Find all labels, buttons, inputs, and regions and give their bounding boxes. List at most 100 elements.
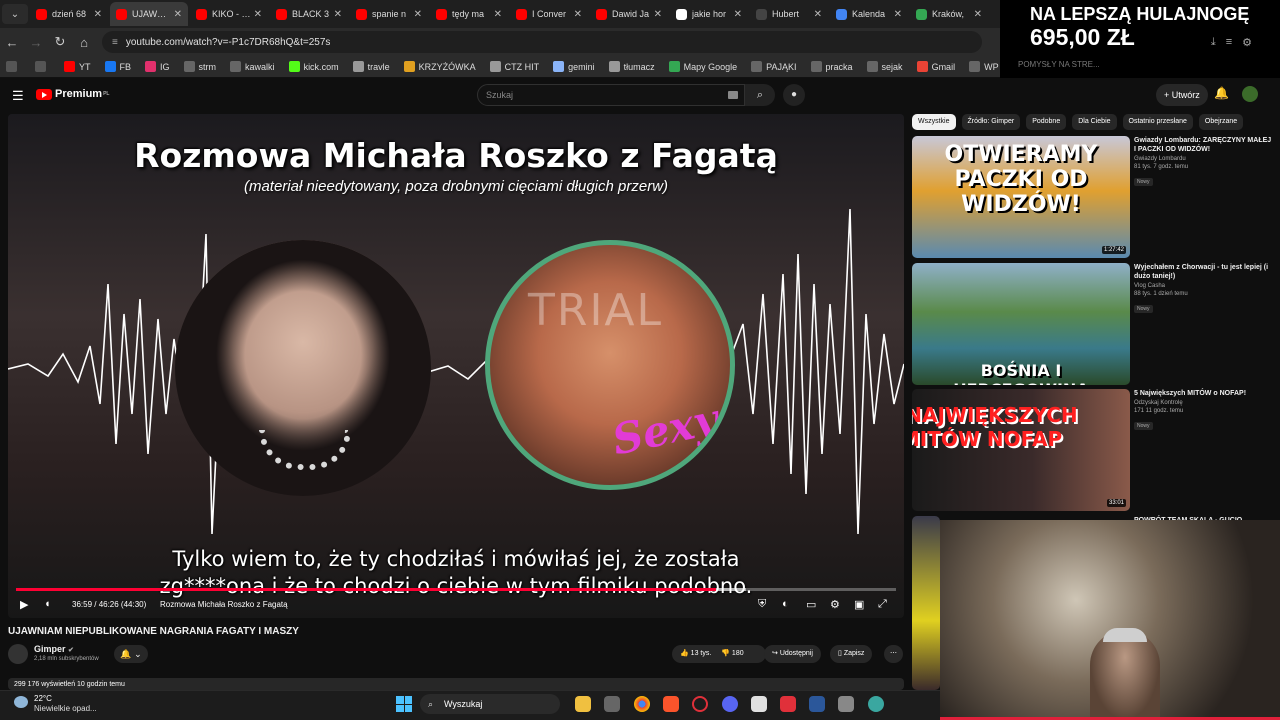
browser-tab[interactable]: UJAWNIA ✕ [110, 2, 188, 26]
app-icon[interactable] [868, 696, 884, 712]
close-icon[interactable]: ✕ [254, 9, 262, 20]
search-button[interactable]: ⌕ [745, 84, 775, 106]
voice-search-button[interactable]: ● [783, 84, 805, 106]
reload-icon[interactable]: ↻ [48, 34, 72, 50]
hamburger-menu-icon[interactable]: ☰ [12, 88, 24, 104]
weather-temperature[interactable]: 22°C [34, 694, 52, 703]
recorder-icon[interactable] [780, 696, 796, 712]
close-icon[interactable]: ✕ [894, 9, 902, 20]
recommendation-title[interactable]: 5 Największych MITÓW o NOFAP! [1134, 389, 1274, 398]
browser-tab[interactable]: tędy ma ✕ [430, 2, 508, 26]
channel-avatar[interactable] [8, 644, 28, 664]
dislike-button[interactable]: 👎 180 [721, 650, 743, 657]
home-icon[interactable]: ⌂ [72, 35, 96, 50]
weather-icon[interactable] [14, 696, 28, 708]
video-thumbnail[interactable]: OTWIERAMY PACZKI OD WIDZÓW! 1:27:42 [912, 136, 1130, 258]
site-info-icon[interactable]: ≡ [112, 37, 118, 48]
video-thumbnail[interactable] [912, 516, 940, 690]
bookmark-item[interactable]: CTZ HIT [489, 61, 539, 72]
filter-chip[interactable]: Obejrzane [1198, 114, 1244, 130]
video-player[interactable]: Rozmowa Michała Roszko z Fagatą (materia… [8, 114, 904, 618]
taskbar-search[interactable]: ⌕ Wyszukaj [420, 694, 560, 714]
play-icon[interactable]: ▶ [20, 598, 28, 611]
close-icon[interactable]: ✕ [814, 9, 822, 20]
bookmark-item[interactable]: PAJĄKI [751, 61, 797, 72]
close-icon[interactable]: ✕ [174, 9, 182, 20]
windows-start-icon[interactable] [396, 696, 412, 712]
close-icon[interactable]: ✕ [494, 9, 502, 20]
browser-tab[interactable]: spanie n ✕ [350, 2, 428, 26]
progress-bar[interactable] [16, 588, 896, 591]
download-icon[interactable]: ⤓ [1211, 36, 1216, 49]
close-icon[interactable]: ✕ [574, 9, 582, 20]
active-app-icon[interactable] [751, 696, 767, 712]
bookmark-item[interactable]: kick.com [288, 61, 339, 72]
tab-search-button[interactable]: ⌄ [2, 4, 28, 24]
browser-tab[interactable]: Kalenda ✕ [830, 2, 908, 26]
close-icon[interactable]: ✕ [974, 9, 982, 20]
brave-icon[interactable] [663, 696, 679, 712]
bookmark-item[interactable]: kawalki [230, 61, 275, 72]
opera-icon[interactable] [692, 696, 708, 712]
grid-icon[interactable] [35, 61, 50, 72]
bookmark-item[interactable]: IG [145, 61, 170, 72]
bookmark-item[interactable]: pracka [810, 61, 853, 72]
discord-icon[interactable] [722, 696, 738, 712]
bookmark-item[interactable]: Gmail [916, 61, 955, 72]
weather-description[interactable]: Niewielkie opad... [34, 704, 97, 713]
bookmark-item[interactable]: strm [183, 61, 216, 72]
bookmark-item[interactable]: Mapy Google [668, 61, 737, 72]
recommendation-item[interactable]: BOŚNIA I HERCEGOWINA Wyjechałem z Chorwa… [912, 263, 1276, 387]
fullscreen-icon[interactable]: ⤢ [878, 598, 887, 611]
volume-icon[interactable]: ◖ [44, 598, 51, 610]
word-icon[interactable] [809, 696, 825, 712]
back-icon[interactable]: ← [0, 35, 24, 50]
video-thumbnail[interactable]: 5 NAJWIĘKSZYCH MITÓW NOFAP 33:01 [912, 389, 1130, 511]
bookmark-item[interactable]: tłumacz [608, 61, 655, 72]
close-icon[interactable]: ✕ [94, 9, 102, 20]
forward-icon[interactable]: → [24, 35, 48, 50]
chapter-title[interactable]: Rozmowa Michała Roszko z Fagatą [160, 600, 288, 609]
bookmark-item[interactable]: travle [352, 61, 390, 72]
recommendation-title[interactable]: Wyjechałem z Chorwacji - tu jest lepiej … [1134, 263, 1274, 281]
browser-tab[interactable]: BLACK 3 ✕ [270, 2, 348, 26]
app-icon[interactable] [604, 696, 620, 712]
close-icon[interactable]: ✕ [654, 9, 662, 20]
search-input[interactable]: Szukaj [477, 84, 745, 106]
account-avatar[interactable] [1242, 86, 1258, 102]
more-actions-button[interactable]: ⋯ [884, 645, 903, 663]
filter-chip[interactable]: Dla Ciebie [1072, 114, 1117, 130]
bookmark-item[interactable]: gemini [553, 61, 595, 72]
bookmark-item[interactable]: FB [104, 61, 131, 72]
chrome-icon[interactable] [634, 696, 650, 712]
browser-tab[interactable]: Dawid Ja ✕ [590, 2, 668, 26]
recommendation-title[interactable]: Gwiazdy Lombardu: ZARĘCZYNY MAŁEJ I PACZ… [1134, 136, 1274, 154]
browser-tab[interactable]: I Conver ✕ [510, 2, 588, 26]
autoplay-toggle-icon[interactable]: ◐ [782, 598, 789, 610]
file-explorer-icon[interactable] [575, 696, 591, 712]
recommendation-channel[interactable]: Gwiazdy Lombardu [1134, 156, 1274, 162]
menu-icon[interactable]: ≡ [1226, 36, 1232, 49]
browser-tab[interactable]: Hubert ✕ [750, 2, 828, 26]
share-button[interactable]: ↪ Udostępnij [764, 645, 821, 663]
close-icon[interactable]: ✕ [414, 9, 422, 20]
filter-chip[interactable]: Podobne [1026, 114, 1067, 130]
browser-tab[interactable]: KIKO - Ja ✕ [190, 2, 268, 26]
bookmark-item[interactable]: KRZYŻÓWKA [403, 61, 476, 72]
channel-name[interactable]: Gimper ✔ [34, 644, 74, 654]
filter-chip[interactable]: Wszystkie [912, 114, 956, 130]
like-button[interactable]: 👍 13 tys. [680, 650, 711, 657]
calculator-icon[interactable] [838, 696, 854, 712]
save-button[interactable]: ▯ Zapisz [830, 645, 873, 663]
recommendation-channel[interactable]: Vlog Casha [1134, 283, 1274, 289]
browser-tab[interactable]: jakie hor ✕ [670, 2, 748, 26]
browser-tab[interactable]: dzień 68 ✕ [30, 2, 108, 26]
close-icon[interactable]: ✕ [334, 9, 342, 20]
apps-icon[interactable] [6, 61, 21, 72]
address-bar[interactable]: ≡ youtube.com/watch?v=-P1c7DR68hQ&t=257s [102, 31, 982, 53]
subtitles-icon[interactable]: ▭ [806, 598, 816, 611]
filter-chip[interactable]: Ostatnio przesłane [1122, 114, 1193, 130]
bookmark-item[interactable]: WP [969, 61, 999, 72]
create-button[interactable]: + Utwórz [1156, 84, 1208, 106]
view-count[interactable]: 299 176 wyświetleń 10 godzin temu [8, 678, 904, 690]
